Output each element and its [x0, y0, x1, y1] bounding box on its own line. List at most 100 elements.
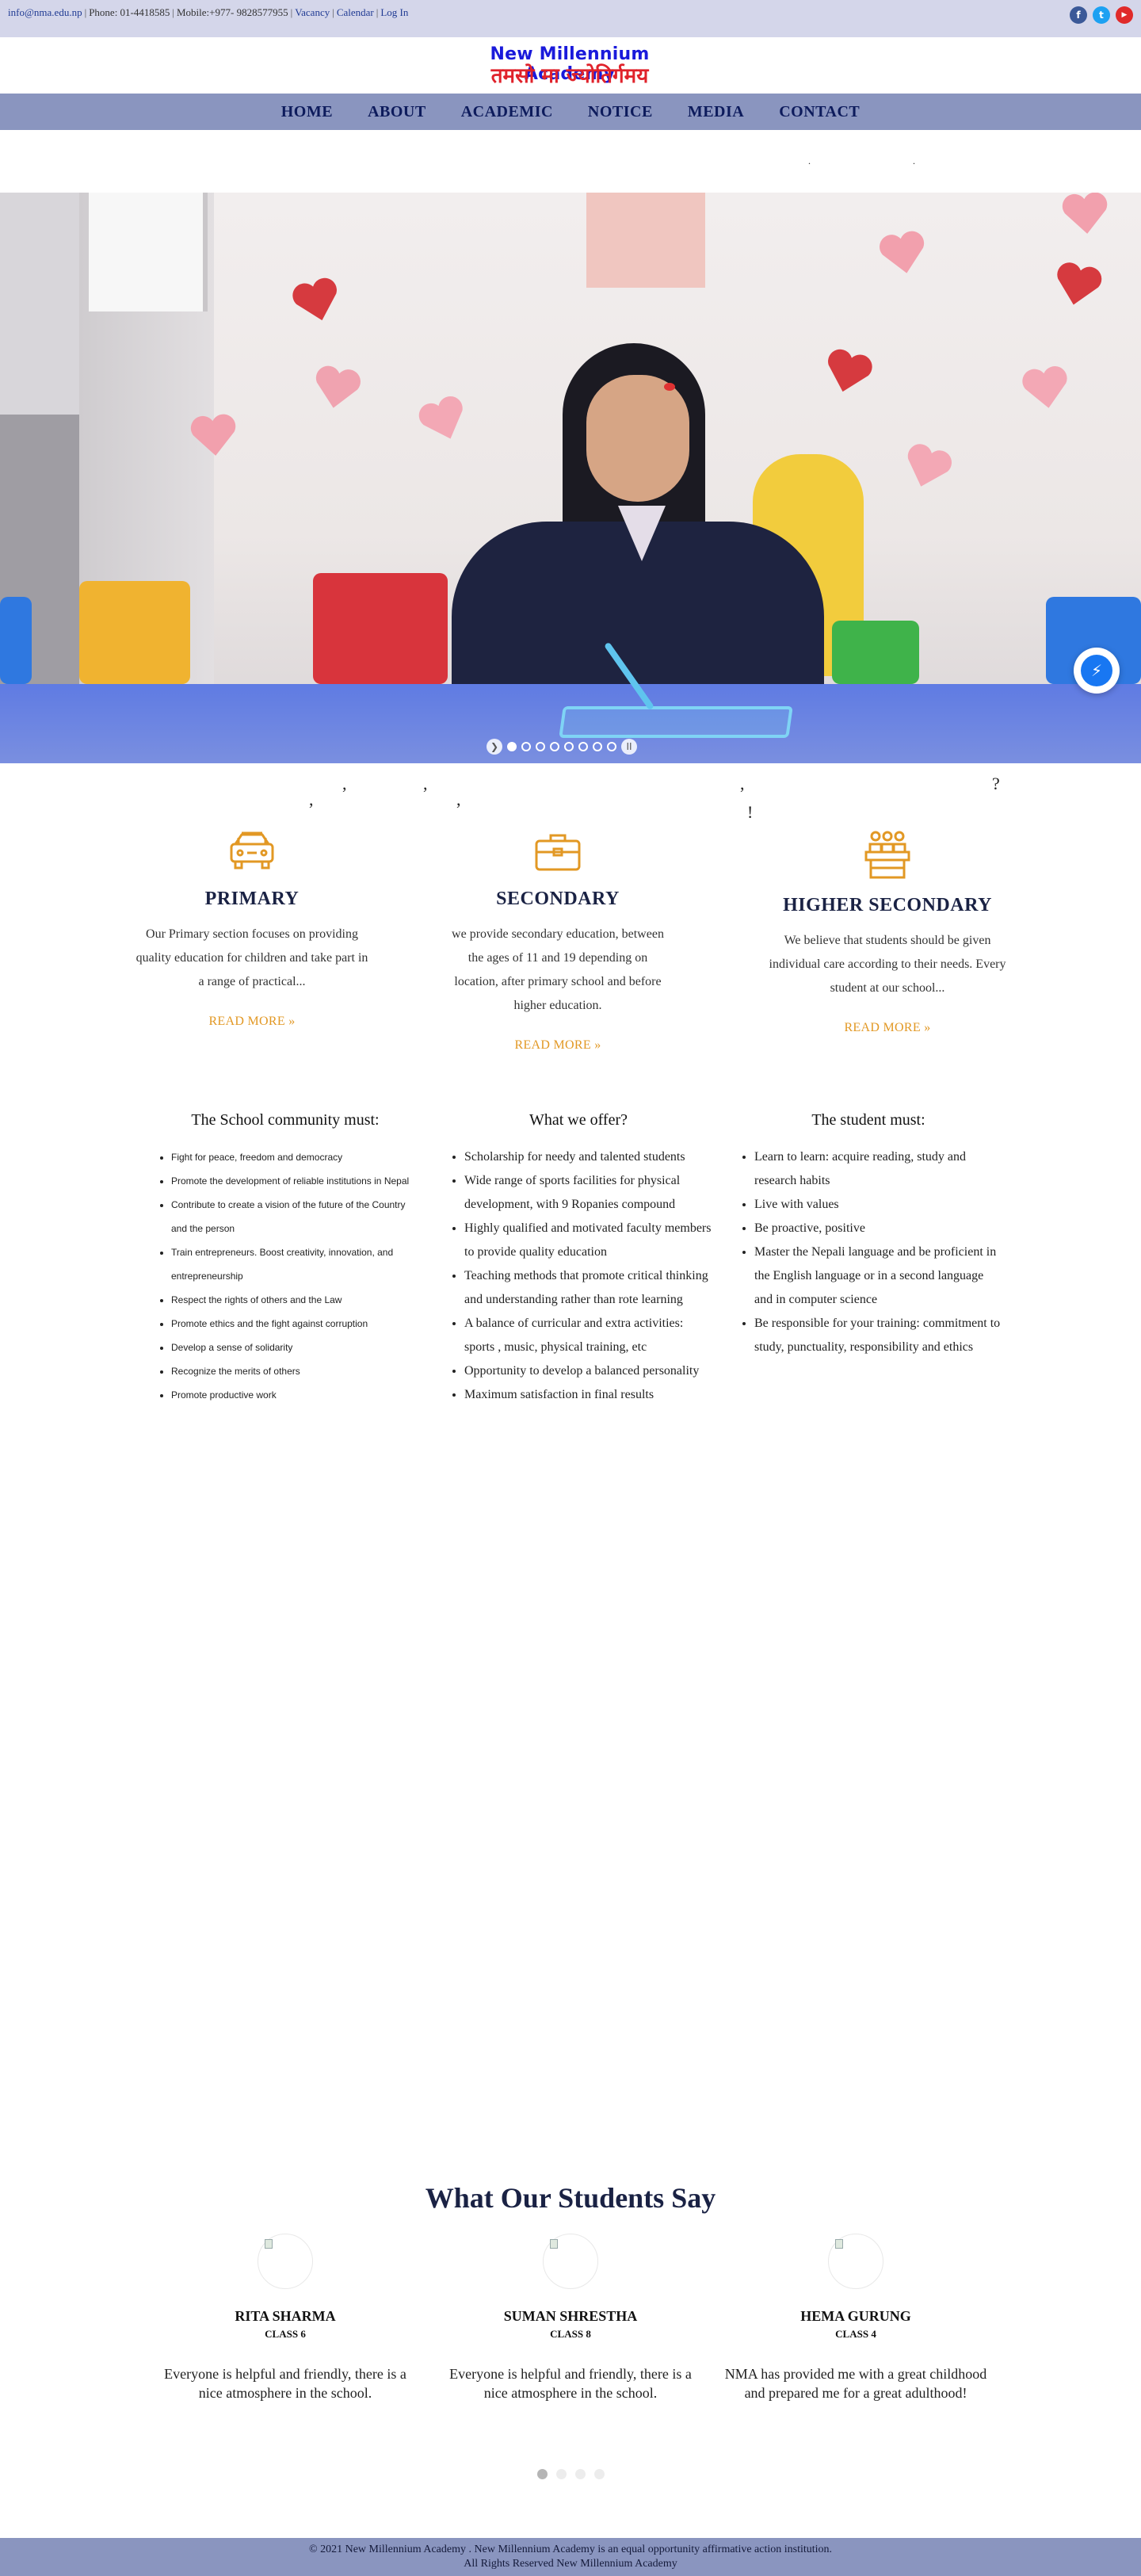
- carousel-dot[interactable]: [537, 2469, 548, 2479]
- list-item: Respect the rights of others and the Law: [171, 1288, 420, 1312]
- testimonial-card: RITA SHARMA CLASS 6 Everyone is helpful …: [151, 2234, 420, 2402]
- calendar-link[interactable]: Calendar: [337, 6, 374, 18]
- hero-tika: [664, 383, 675, 391]
- carousel-dot[interactable]: [556, 2469, 567, 2479]
- list-item: Master the Nepali language and be profic…: [754, 1240, 1003, 1312]
- blue-chair: [0, 597, 32, 684]
- offer-list: Scholarship for needy and talented stude…: [444, 1145, 713, 1407]
- hero-wall-decoration: [586, 193, 705, 288]
- list-item: Maximum satisfaction in final results: [464, 1383, 713, 1407]
- list-item: Contribute to create a vision of the fut…: [171, 1193, 420, 1240]
- level-title: SECONDARY: [496, 889, 620, 909]
- main-nav: HOME ABOUT ACADEMIC NOTICE MEDIA CONTACT: [0, 94, 1141, 130]
- hero-girl-face: [586, 375, 689, 502]
- phone-text: Phone: 01-4418585: [89, 6, 170, 18]
- slider-dot[interactable]: [564, 742, 574, 751]
- list-item: Wide range of sports facilities for phys…: [464, 1169, 713, 1217]
- login-link[interactable]: Log In: [380, 6, 408, 18]
- footer-rights: All Rights Reserved New Millennium Acade…: [464, 2558, 677, 2570]
- list-item: Promote the development of reliable inst…: [171, 1169, 420, 1193]
- stray-dot: .: [808, 155, 811, 166]
- level-primary: PRIMARY Our Primary section focuses on p…: [117, 828, 387, 1029]
- list-item: Fight for peace, freedom and democracy: [171, 1145, 420, 1169]
- nav-contact[interactable]: CONTACT: [761, 94, 877, 130]
- testimonial-quote: NMA has provided me with a great childho…: [724, 2366, 987, 2401]
- nav-about[interactable]: ABOUT: [350, 94, 444, 130]
- list-item: Train entrepreneurs. Boost creativity, i…: [171, 1240, 420, 1288]
- student-class: CLASS 8: [550, 2328, 591, 2340]
- slider-dot[interactable]: [507, 742, 517, 751]
- slider-dot[interactable]: [521, 742, 531, 751]
- slider-pause-icon[interactable]: II: [621, 739, 637, 755]
- testimonial-quote: Everyone is helpful and friendly, there …: [164, 2366, 406, 2401]
- heart-decoration: [876, 228, 930, 279]
- school-bus-icon: [224, 828, 280, 876]
- testimonial-quote: Everyone is helpful and friendly, there …: [449, 2366, 692, 2401]
- slider-dot[interactable]: [578, 742, 588, 751]
- stray-comma: ,: [309, 789, 314, 809]
- level-title: HIGHER SECONDARY: [783, 895, 992, 915]
- list-item: Opportunity to develop a balanced person…: [464, 1359, 713, 1383]
- green-chair: [832, 621, 919, 684]
- offer-title: What we offer?: [529, 1111, 628, 1129]
- slider-dot[interactable]: [536, 742, 545, 751]
- level-secondary: SECONDARY we provide secondary education…: [423, 828, 693, 1053]
- list-item: Promote productive work: [171, 1383, 420, 1407]
- mobile-text: Mobile:+977- 9828577955: [177, 6, 288, 18]
- heart-decoration: [1020, 364, 1073, 413]
- student-class: CLASS 6: [265, 2328, 306, 2340]
- logo-nepali-text: तमसो मा ज्योतिर्गमय: [490, 64, 649, 88]
- list-item: Be proactive, positive: [754, 1217, 1003, 1240]
- list-item: Teaching methods that promote critical t…: [464, 1264, 713, 1312]
- nav-academic[interactable]: ACADEMIC: [444, 94, 570, 130]
- list-item: Live with values: [754, 1193, 1003, 1217]
- slider-dot[interactable]: [593, 742, 602, 751]
- broken-image-icon: [550, 2239, 558, 2249]
- footer: © 2021 New Millennium Academy . New Mill…: [0, 2538, 1141, 2576]
- carousel-dot[interactable]: [575, 2469, 586, 2479]
- student-name: RITA SHARMA: [235, 2308, 336, 2324]
- briefcase-icon: [530, 828, 586, 876]
- list-item: Learn to learn: acquire reading, study a…: [754, 1145, 1003, 1193]
- students-icon: [860, 828, 915, 882]
- school-logo[interactable]: New Millennium Academy तमसो मा ज्योतिर्ग…: [450, 44, 689, 88]
- stray-dot: .: [913, 155, 915, 166]
- nav-home[interactable]: HOME: [264, 94, 350, 130]
- youtube-icon[interactable]: ▶: [1116, 6, 1133, 24]
- heart-decoration: [189, 412, 239, 459]
- read-more-link[interactable]: READ MORE »: [753, 1021, 1022, 1035]
- community-list-section: The School community must: Fight for pea…: [151, 1111, 420, 1407]
- student-name: HEMA GURUNG: [800, 2308, 911, 2324]
- stray-comma: ,: [342, 774, 347, 793]
- contact-info: info@nma.edu.np | Phone: 01-4418585 | Mobile…: [8, 6, 409, 18]
- student-title: The student must:: [811, 1111, 925, 1129]
- hero-slider-dots: ❯ II: [487, 739, 637, 755]
- messenger-chat-button[interactable]: ⚡: [1074, 648, 1120, 694]
- list-item: Develop a sense of solidarity: [171, 1336, 420, 1359]
- hero-tablet: [559, 706, 793, 738]
- carousel-dot[interactable]: [594, 2469, 605, 2479]
- testimonial-card: SUMAN SHRESTHA CLASS 8 Everyone is helpf…: [436, 2234, 705, 2402]
- level-title: PRIMARY: [204, 889, 300, 909]
- hero-slider[interactable]: ⚡: [0, 193, 1141, 763]
- slider-next-arrow-icon[interactable]: ❯: [487, 739, 502, 755]
- vacancy-link[interactable]: Vacancy: [295, 6, 330, 18]
- student-class: CLASS 4: [835, 2328, 876, 2340]
- stray-comma: ,: [423, 774, 428, 793]
- twitter-icon[interactable]: t: [1093, 6, 1110, 24]
- stray-question: ?: [992, 774, 1000, 793]
- nav-media[interactable]: MEDIA: [670, 94, 761, 130]
- facebook-icon[interactable]: f: [1070, 6, 1087, 24]
- footer-copyright: © 2021 New Millennium Academy . New Mill…: [308, 2544, 833, 2555]
- stray-comma: ,: [456, 789, 461, 809]
- read-more-link[interactable]: READ MORE »: [423, 1038, 693, 1053]
- slider-dot[interactable]: [607, 742, 616, 751]
- nav-notice[interactable]: NOTICE: [570, 94, 670, 130]
- avatar: [258, 2234, 313, 2289]
- red-chair: [313, 573, 448, 684]
- student-list: Learn to learn: acquire reading, study a…: [734, 1145, 1003, 1359]
- testimonial-card: HEMA GURUNG CLASS 4 NMA has provided me …: [721, 2234, 990, 2402]
- slider-dot[interactable]: [550, 742, 559, 751]
- read-more-link[interactable]: READ MORE »: [117, 1015, 387, 1029]
- email-link[interactable]: info@nma.edu.np: [8, 6, 82, 18]
